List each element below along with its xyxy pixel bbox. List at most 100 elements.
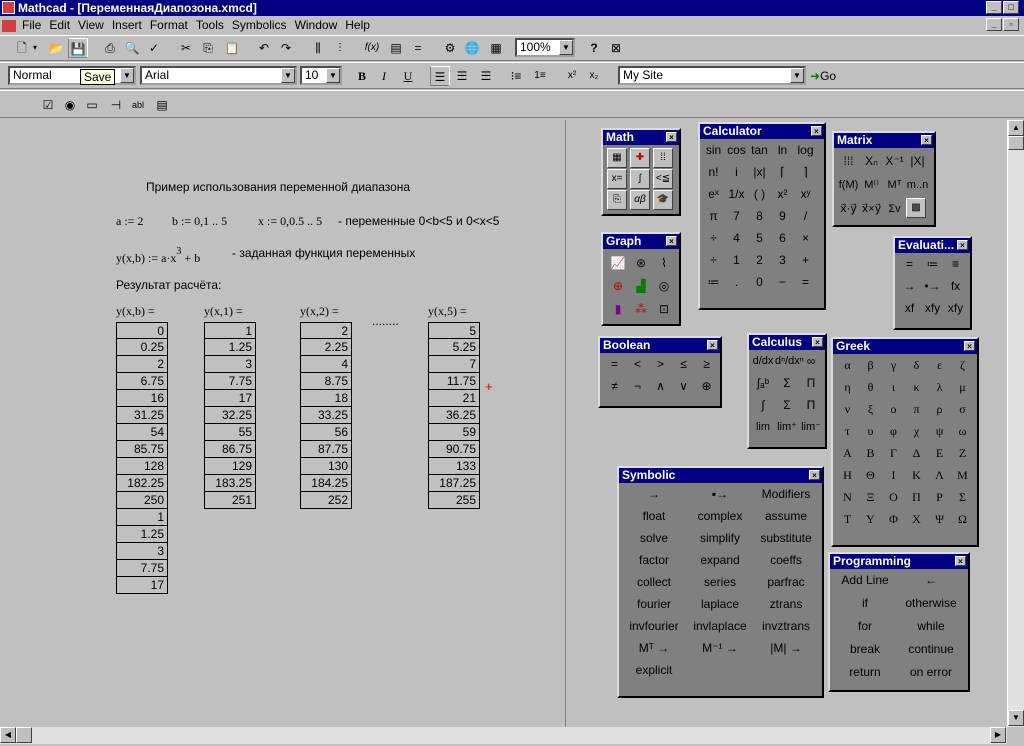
greek-key[interactable]: Ρ (928, 486, 951, 508)
calculator-key[interactable]: 4 (725, 227, 748, 249)
greek-key[interactable]: Ι (882, 464, 905, 486)
align-down-icon[interactable]: ⫶ (330, 38, 350, 58)
calculator-key[interactable]: 2 (748, 249, 771, 271)
print-preview-icon[interactable]: 🔍 (122, 38, 142, 58)
3d-bar-icon[interactable]: ◎ (653, 275, 675, 297)
calculator-key[interactable]: = (794, 271, 817, 293)
hscroll-thumb[interactable] (16, 727, 32, 743)
greek-key[interactable]: φ (882, 420, 905, 442)
calculator-key[interactable]: 7 (725, 205, 748, 227)
evaluation-key[interactable]: xf (898, 297, 921, 319)
evaluation-toolbar-icon[interactable]: x= (607, 169, 627, 189)
radio-control-icon[interactable]: ◉ (60, 95, 80, 115)
subscript-icon[interactable]: Xₙ (860, 150, 883, 172)
symbolic-key[interactable]: invztrans (753, 615, 819, 637)
greek-key[interactable]: δ (905, 354, 928, 376)
bullets-icon[interactable]: ⁝≡ (506, 66, 526, 86)
def-x[interactable]: x := 0,0.5 .. 5 (258, 214, 322, 229)
menu-tools[interactable]: Tools (192, 18, 228, 32)
programming-key[interactable]: break (832, 638, 898, 660)
calculator-key[interactable]: . (725, 271, 748, 293)
calculator-key[interactable]: 3 (771, 249, 794, 271)
symbolic-key[interactable]: parfrac (753, 571, 819, 593)
evaluation-key[interactable]: = (898, 253, 921, 275)
cross-product-icon[interactable]: x⃗×y⃗ (860, 198, 883, 220)
boolean-key[interactable]: ⊕ (695, 375, 718, 397)
scroll-thumb[interactable] (1008, 136, 1024, 150)
align-across-icon[interactable]: ⫼ (308, 38, 328, 58)
close-icon[interactable]: × (955, 556, 966, 566)
symbolic-key[interactable]: float (621, 505, 687, 527)
redo-icon[interactable]: ↷ (276, 38, 296, 58)
boolean-key[interactable]: ≤ (672, 353, 695, 375)
doc-restore-button[interactable]: ▫ (1003, 18, 1019, 31)
greek-key[interactable]: Κ (905, 464, 928, 486)
symbolic-key[interactable]: solve (621, 527, 687, 549)
symbolic-key[interactable]: Modifiers (753, 483, 819, 505)
calculator-key[interactable]: |x| (748, 161, 771, 183)
close-icon[interactable]: × (964, 341, 975, 351)
zoom-select[interactable]: 100% ▼ (515, 38, 575, 57)
greek-key[interactable]: Τ (836, 508, 859, 530)
subscript-icon[interactable]: x₂ (584, 66, 604, 86)
polar-plot-icon[interactable]: ⊛ (630, 252, 652, 274)
greek-key[interactable]: ν (836, 398, 859, 420)
resource-icon[interactable]: 🌐 (462, 38, 482, 58)
vector-field-icon[interactable]: ▮ (607, 298, 629, 320)
italic-button[interactable]: I (374, 66, 394, 86)
calculator-key[interactable]: ≔ (702, 271, 725, 293)
calculator-key[interactable]: + (794, 249, 817, 271)
close-icon[interactable]: × (921, 135, 932, 145)
range-sum-icon[interactable]: Σ (775, 394, 799, 416)
programming-key[interactable]: return (832, 661, 898, 683)
greek-key[interactable]: ω (951, 420, 974, 442)
greek-key[interactable]: Η (836, 464, 859, 486)
calculator-key[interactable]: sin (702, 139, 725, 161)
programming-key[interactable]: if (832, 592, 898, 614)
greek-key[interactable]: γ (882, 354, 905, 376)
calculator-key[interactable]: 5 (748, 227, 771, 249)
calculator-key[interactable]: i (725, 161, 748, 183)
close-icon[interactable]: × (957, 240, 968, 250)
calculator-key[interactable]: log (794, 139, 817, 161)
slider-control-icon[interactable]: ⊣ (106, 95, 126, 115)
greek-key[interactable]: ζ (951, 354, 974, 376)
component-icon[interactable]: ⚙ (440, 38, 460, 58)
greek-key[interactable]: χ (905, 420, 928, 442)
calculator-key[interactable]: x² (771, 183, 794, 205)
evaluation-key[interactable]: •→ (921, 275, 944, 297)
calculator-key[interactable]: xʸ (794, 183, 817, 205)
print-icon[interactable]: ⎙ (100, 38, 120, 58)
insert-unit-icon[interactable]: ▤ (386, 38, 406, 58)
menu-window[interactable]: Window (291, 18, 342, 32)
greek-key[interactable]: η (836, 376, 859, 398)
scroll-left-icon[interactable]: ◀ (0, 727, 16, 743)
greek-key[interactable]: ρ (928, 398, 951, 420)
symbolic-key[interactable]: invlaplace (687, 615, 753, 637)
greek-key[interactable]: μ (951, 376, 974, 398)
greek-key[interactable]: κ (905, 376, 928, 398)
insert-function-icon[interactable]: f(x) (362, 38, 382, 58)
greek-key[interactable]: Δ (905, 442, 928, 464)
summation-icon[interactable]: Σ (775, 372, 799, 394)
calculator-key[interactable]: 8 (748, 205, 771, 227)
product-icon[interactable]: Π (799, 372, 823, 394)
right-limit-icon[interactable]: lim⁺ (775, 416, 799, 438)
symbolic-key[interactable]: ▪→ (687, 483, 753, 505)
range-product-icon[interactable]: Π (799, 394, 823, 416)
greek-key[interactable]: ι (882, 376, 905, 398)
evaluation-key[interactable]: xfy (944, 297, 967, 319)
boolean-key[interactable]: = (603, 353, 626, 375)
minimize-button[interactable]: _ (986, 1, 1002, 14)
calculator-key[interactable]: 1/x (725, 183, 748, 205)
programming-key[interactable]: ← (898, 569, 964, 591)
picture-icon[interactable]: ▩ (906, 198, 926, 218)
menu-file[interactable]: File (18, 18, 45, 32)
symbolic-key[interactable]: invfourier (621, 615, 687, 637)
close-icon[interactable]: × (666, 236, 677, 246)
greek-key[interactable]: Ξ (859, 486, 882, 508)
infinity-icon[interactable]: ∞ (799, 350, 823, 372)
greek-key[interactable]: σ (951, 398, 974, 420)
app-icon[interactable] (2, 1, 15, 14)
context-help-icon[interactable]: ⊠ (606, 38, 626, 58)
